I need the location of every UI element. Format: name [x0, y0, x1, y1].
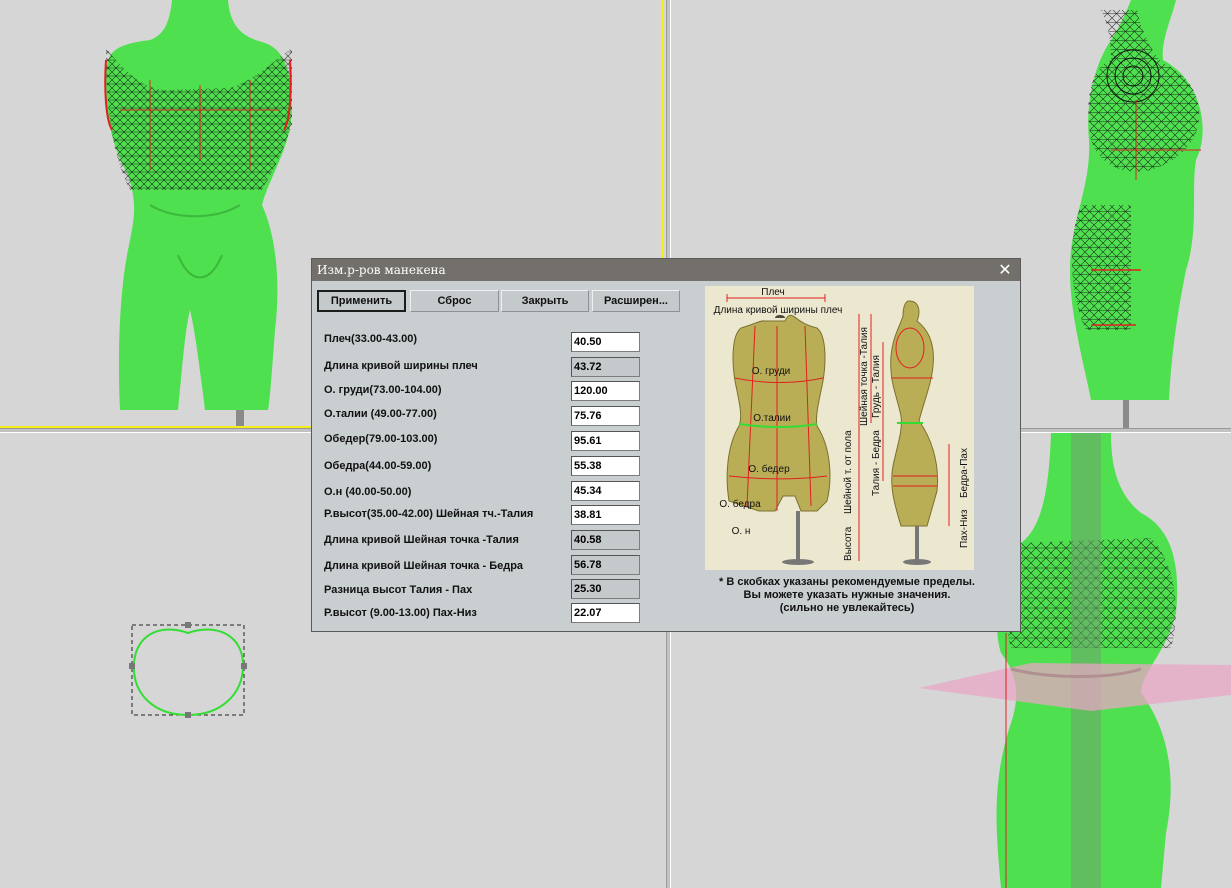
apply-button[interactable]: Применить [317, 290, 406, 312]
illus-label-crotch-bottom: Пах-Низ [959, 509, 970, 548]
row-label: Разница высот Талия - Пах [324, 584, 473, 596]
note-line: * В скобках указаны рекомендуемые предел… [719, 576, 975, 588]
dialog-titlebar[interactable]: Изм.р-ров манекена ✕ [312, 259, 1020, 281]
row-label: Обедра(44.00-59.00) [324, 460, 432, 472]
waist-crotch-diff-value: 25.30 [571, 579, 640, 599]
close-icon[interactable]: ✕ [996, 259, 1014, 281]
shoulder-curve-value: 43.72 [571, 357, 640, 377]
neck-waist-curve-value: 40.58 [571, 530, 640, 550]
hips-field[interactable]: 95.61 [571, 431, 640, 451]
illus-label-hips-crotch: Бедра-Пах [959, 448, 970, 498]
illus-label-neck-waist: Шейная точка -Талия [859, 327, 870, 426]
row-label: Обедер(79.00-103.00) [324, 433, 438, 445]
illus-label-bust: О. груди [752, 366, 791, 377]
thigh-field[interactable]: 55.38 [571, 456, 640, 476]
close-button[interactable]: Закрыть [501, 290, 589, 312]
row-label: Р.высот (9.00-13.00) Пах-Низ [324, 607, 477, 619]
illus-label-hips: О. бедер [748, 463, 790, 475]
dialog-title: Изм.р-ров манекена [317, 263, 446, 277]
mannequin-size-dialog: Изм.р-ров манекена ✕ Применить Сброс Зак… [311, 258, 1021, 632]
note-line: (сильно не увлекайтесь) [779, 602, 915, 614]
illus-label-thigh: О. бедра [719, 498, 761, 510]
neck-hips-curve-value: 56.78 [571, 555, 640, 575]
recommendation-note: * В скобках указаны рекомендуемые предел… [697, 576, 997, 615]
reset-button[interactable]: Сброс [410, 290, 499, 312]
mannequin-measurement-illustration: Плеч Длина кривой ширины плеч О. груди О… [705, 286, 974, 570]
row-label: Длина кривой Шейная точка -Талия [324, 534, 519, 546]
illus-label-waist-hips: Талия - Бедра [871, 430, 882, 496]
note-line: Вы можете указать нужные значения. [743, 589, 951, 601]
illus-label-knee: О. н [732, 526, 751, 537]
illus-label-waist: О.талии [753, 413, 791, 424]
illus-label-height: Высота [843, 526, 854, 561]
neck-waist-height-field[interactable]: 38.81 [571, 505, 640, 525]
row-label: Длина кривой Шейная точка - Бедра [324, 560, 524, 572]
advanced-button[interactable]: Расширен... [592, 290, 680, 312]
illus-label-shoulder-curve: Длина кривой ширины плеч [714, 305, 843, 316]
illus-label-chest-waist: Грудь - Талия [871, 355, 882, 418]
row-label: Плеч(33.00-43.00) [324, 333, 418, 345]
row-label: Длина кривой ширины плеч [324, 360, 478, 372]
illus-label-shoulder: Плеч [761, 287, 784, 298]
illus-label-neck-floor: Шейной т. от пола [843, 430, 854, 514]
row-label: О.талии (49.00-77.00) [324, 408, 437, 420]
bust-field[interactable]: 120.00 [571, 381, 640, 401]
row-label: О. груди(73.00-104.00) [324, 384, 442, 396]
waist-field[interactable]: 75.76 [571, 406, 640, 426]
crotch-bottom-height-field[interactable]: 22.07 [571, 603, 640, 623]
row-label: Р.высот(35.00-42.00) Шейная тч.-Талия [324, 508, 534, 520]
knee-field[interactable]: 45.34 [571, 481, 640, 501]
row-label: О.н (40.00-50.00) [324, 486, 412, 498]
shoulder-field[interactable]: 40.50 [571, 332, 640, 352]
